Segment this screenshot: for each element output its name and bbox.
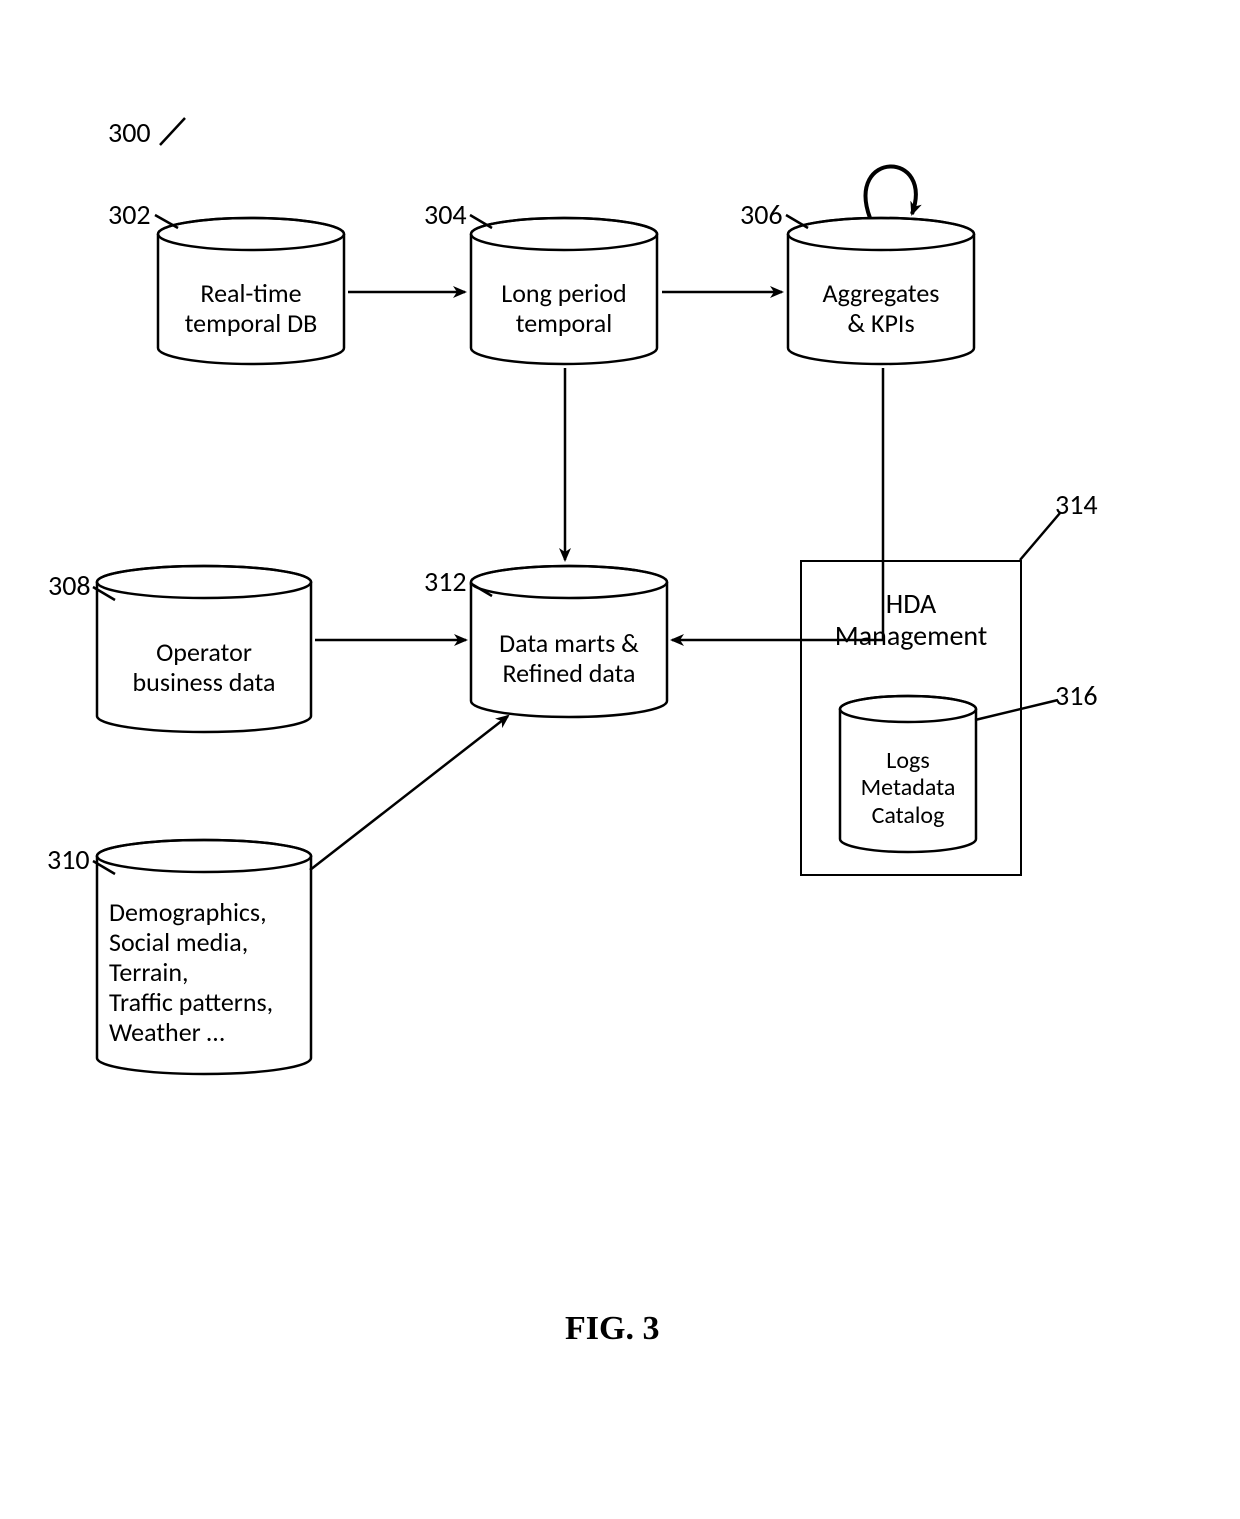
cylinder-304-line2: temporal (516, 309, 612, 339)
cylinder-310-line4: Traffic patterns, (109, 988, 273, 1018)
cylinder-302: Real-time temporal DB (156, 216, 346, 366)
cylinder-302-line1: Real-time (200, 279, 301, 309)
cylinder-306-line1: Aggregates (823, 279, 940, 309)
cylinder-310: Demographics, Social media, Terrain, Tra… (95, 838, 313, 1076)
ref-302: 302 (108, 197, 151, 232)
cylinder-310-line2: Social media, (109, 928, 248, 958)
cylinder-308: Operator business data (95, 564, 313, 734)
cylinder-304: Long period temporal (469, 216, 659, 366)
box-314-title: HDA Management (802, 588, 1020, 652)
cylinder-302-text: Real-time temporal DB (156, 264, 346, 354)
cylinder-310-line1: Demographics, (109, 898, 267, 928)
cylinder-312-line1: Data marts & (499, 629, 639, 659)
cylinder-312: Data marts & Refined data (469, 564, 669, 719)
ref-310: 310 (47, 842, 90, 877)
cylinder-306-line2: & KPIs (847, 309, 914, 339)
box-314-title-line2: Management (835, 618, 987, 653)
ref-304: 304 (424, 197, 467, 232)
cylinder-308-text: Operator business data (95, 619, 313, 716)
figure-label: FIG. 3 (565, 1310, 659, 1348)
cylinder-306-text: Aggregates & KPIs (786, 264, 976, 354)
cylinder-310-line3: Terrain, (109, 958, 188, 988)
cylinder-316-line1: Logs (886, 747, 929, 775)
cylinder-310-text: Demographics, Social media, Terrain, Tra… (95, 888, 313, 1058)
ref-306: 306 (740, 197, 783, 232)
cylinder-312-text: Data marts & Refined data (469, 612, 669, 705)
cylinder-310-line5: Weather … (109, 1018, 225, 1048)
cylinder-308-line1: Operator (156, 638, 252, 668)
ref-312: 312 (424, 564, 467, 599)
diagram-canvas: 300 Real-time temporal DB 302 Long perio… (0, 0, 1240, 1519)
ref-308: 308 (48, 568, 91, 603)
ref-316: 316 (1055, 678, 1098, 713)
cylinder-302-line2: temporal DB (185, 309, 317, 339)
cylinder-306: Aggregates & KPIs (786, 216, 976, 366)
cylinder-316: Logs Metadata Catalog (838, 694, 978, 854)
cylinder-312-line2: Refined data (503, 659, 636, 689)
cylinder-304-line1: Long period (501, 279, 626, 309)
ref-314: 314 (1055, 487, 1098, 522)
cylinder-316-line3: Catalog (872, 802, 945, 830)
cylinder-304-text: Long period temporal (469, 264, 659, 354)
cylinder-308-line2: business data (133, 668, 276, 698)
cylinder-316-text: Logs Metadata Catalog (838, 732, 978, 844)
figure-ref-300: 300 (108, 115, 151, 150)
cylinder-316-line2: Metadata (861, 774, 956, 802)
box-314-title-line1: HDA (886, 586, 936, 621)
